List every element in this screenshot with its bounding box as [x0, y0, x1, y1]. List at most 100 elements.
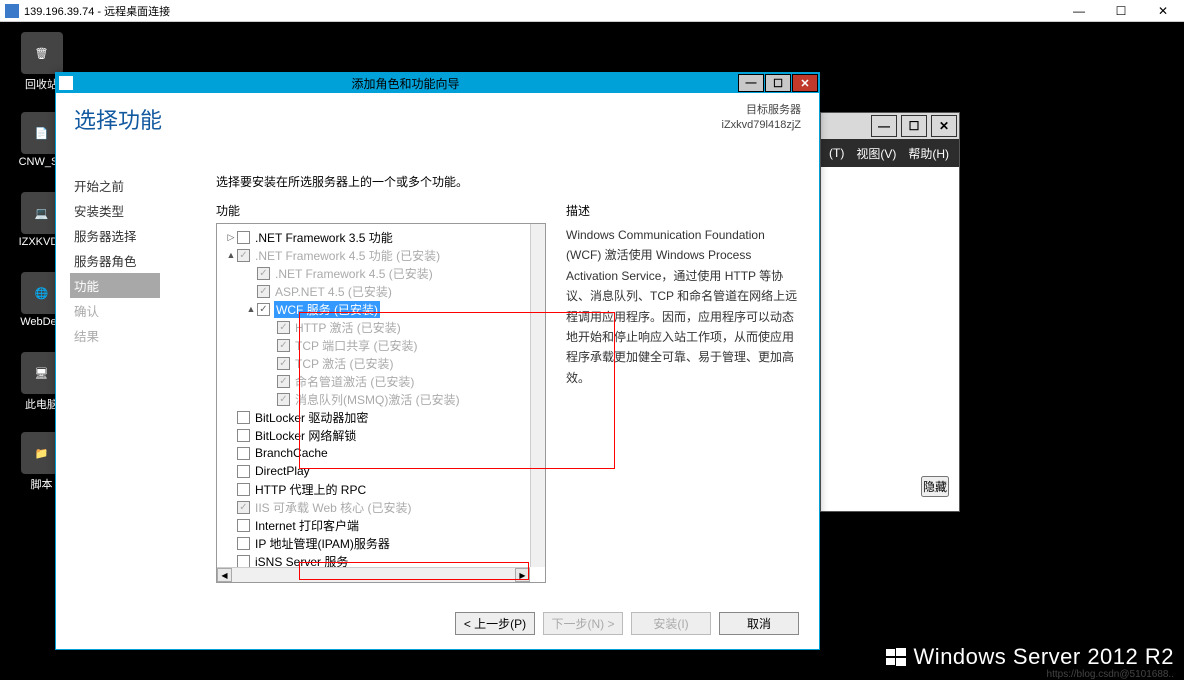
tree-checkbox[interactable]	[237, 231, 250, 244]
tree-checkbox[interactable]	[237, 411, 250, 424]
tree-checkbox[interactable]	[237, 249, 250, 262]
tree-node[interactable]: DirectPlay	[219, 462, 543, 480]
tree-node-label: Internet 打印客户端	[254, 517, 360, 534]
bg-minimize-button[interactable]: —	[871, 115, 897, 137]
rdp-icon	[5, 4, 19, 18]
tree-node[interactable]: BranchCache	[219, 444, 543, 462]
wizard-close-button[interactable]: ✕	[792, 74, 818, 92]
next-button[interactable]: 下一步(N) >	[543, 612, 623, 635]
bg-hide-button[interactable]: 隐藏	[921, 476, 949, 497]
tree-node-label: IIS 可承载 Web 核心 (已安装)	[254, 499, 412, 516]
windows-server-branding: Windows Server 2012 R2	[886, 644, 1174, 670]
features-tree[interactable]: ▷ .NET Framework 3.5 功能 ▲ .NET Framework 4.…	[216, 223, 546, 583]
step-安装类型[interactable]: 安装类型	[74, 198, 216, 223]
features-label: 功能	[216, 202, 546, 219]
add-roles-wizard: 添加角色和功能向导 — ☐ ✕ 选择功能 目标服务器 iZxkvd79l418z…	[55, 72, 820, 650]
tree-expand-arrow[interactable]: ▷	[225, 232, 237, 243]
bg-menubar: (T) 视图(V) 帮助(H)	[821, 139, 959, 167]
rdp-close-button[interactable]: ✕	[1142, 1, 1184, 21]
tree-checkbox[interactable]	[277, 393, 290, 406]
tree-node-label: ASP.NET 4.5 (已安装)	[274, 283, 393, 300]
tree-node-label: HTTP 代理上的 RPC	[254, 481, 367, 498]
tree-node-label: BitLocker 网络解锁	[254, 427, 357, 444]
tree-node[interactable]: .NET Framework 4.5 (已安装)	[219, 264, 543, 282]
tree-node[interactable]: 消息队列(MSMQ)激活 (已安装)	[219, 390, 543, 408]
tree-node[interactable]: IIS 可承载 Web 核心 (已安装)	[219, 498, 543, 516]
tree-node[interactable]: ASP.NET 4.5 (已安装)	[219, 282, 543, 300]
tree-node-label: BranchCache	[254, 446, 329, 460]
tree-checkbox[interactable]	[257, 267, 270, 280]
tree-node[interactable]: BitLocker 网络解锁	[219, 426, 543, 444]
tree-checkbox[interactable]	[237, 465, 250, 478]
tree-checkbox[interactable]	[237, 429, 250, 442]
rdp-title: 139.196.39.74 - 远程桌面连接	[24, 3, 1058, 19]
tree-node[interactable]: BitLocker 驱动器加密	[219, 408, 543, 426]
rdp-titlebar: 139.196.39.74 - 远程桌面连接 — ☐ ✕	[0, 0, 1184, 22]
bg-maximize-button[interactable]: ☐	[901, 115, 927, 137]
bg-close-button[interactable]: ✕	[931, 115, 957, 137]
wizard-icon	[59, 76, 73, 90]
rdp-maximize-button[interactable]: ☐	[1100, 1, 1142, 21]
tree-node[interactable]: HTTP 激活 (已安装)	[219, 318, 543, 336]
tree-checkbox[interactable]	[277, 339, 290, 352]
tree-node-label: .NET Framework 4.5 功能 (已安装)	[254, 247, 441, 264]
tree-node-label: DirectPlay	[254, 464, 311, 478]
tree-checkbox[interactable]	[237, 447, 250, 460]
step-服务器角色[interactable]: 服务器角色	[74, 248, 216, 273]
tree-node-label: TCP 端口共享 (已安装)	[294, 337, 418, 354]
step-功能[interactable]: 功能	[70, 273, 160, 298]
tree-expand-arrow[interactable]: ▲	[245, 304, 257, 314]
tree-checkbox[interactable]	[277, 375, 290, 388]
tree-node-label: BitLocker 驱动器加密	[254, 409, 369, 426]
prev-button[interactable]: < 上一步(P)	[455, 612, 535, 635]
description-label: 描述	[566, 202, 801, 219]
target-server-name: iZxkvd79l418zjZ	[722, 118, 801, 133]
tree-checkbox[interactable]	[277, 357, 290, 370]
tree-node-label: HTTP 激活 (已安装)	[294, 319, 402, 336]
tree-node[interactable]: 命名管道激活 (已安装)	[219, 372, 543, 390]
cancel-button[interactable]: 取消	[719, 612, 799, 635]
wizard-maximize-button[interactable]: ☐	[765, 74, 791, 92]
description-text: Windows Communication Foundation (WCF) 激…	[566, 225, 801, 388]
tree-checkbox[interactable]	[257, 285, 270, 298]
tree-expand-arrow[interactable]: ▲	[225, 250, 237, 260]
step-服务器选择[interactable]: 服务器选择	[74, 223, 216, 248]
tree-node[interactable]: IP 地址管理(IPAM)服务器	[219, 534, 543, 552]
wizard-minimize-button[interactable]: —	[738, 74, 764, 92]
scroll-left-button[interactable]: ◀	[217, 568, 232, 582]
bg-menu-tools[interactable]: (T)	[829, 146, 844, 160]
install-button[interactable]: 安装(I)	[631, 612, 711, 635]
tree-node[interactable]: Internet 打印客户端	[219, 516, 543, 534]
bg-menu-view[interactable]: 视图(V)	[856, 145, 896, 162]
tree-node[interactable]: ▲ .NET Framework 4.5 功能 (已安装)	[219, 246, 543, 264]
tree-node[interactable]: TCP 激活 (已安装)	[219, 354, 543, 372]
step-结果: 结果	[74, 323, 216, 348]
tree-node-label: .NET Framework 4.5 (已安装)	[274, 265, 434, 282]
tree-node[interactable]: ▲WCF 服务 (已安装)	[219, 300, 543, 318]
tree-checkbox[interactable]	[257, 303, 270, 316]
target-server-label: 目标服务器	[722, 103, 801, 118]
tree-checkbox[interactable]	[237, 537, 250, 550]
step-开始之前[interactable]: 开始之前	[74, 173, 216, 198]
wizard-instruction: 选择要安装在所选服务器上的一个或多个功能。	[216, 173, 801, 190]
tree-checkbox[interactable]	[237, 483, 250, 496]
icon-glyph: 🗑	[21, 32, 63, 74]
wizard-steps-sidebar: 开始之前安装类型服务器选择服务器角色功能确认结果	[56, 163, 216, 598]
step-确认: 确认	[74, 298, 216, 323]
tree-node-label: .NET Framework 3.5 功能	[254, 229, 394, 246]
background-window: — ☐ ✕ (T) 视图(V) 帮助(H) 隐藏	[820, 112, 960, 512]
tree-checkbox[interactable]	[237, 519, 250, 532]
wizard-heading: 选择功能	[74, 103, 162, 135]
rdp-minimize-button[interactable]: —	[1058, 1, 1100, 21]
tree-node[interactable]: HTTP 代理上的 RPC	[219, 480, 543, 498]
windows-logo-icon	[886, 647, 906, 667]
tree-checkbox[interactable]	[237, 555, 250, 568]
tree-node[interactable]: ▷ .NET Framework 3.5 功能	[219, 228, 543, 246]
bg-menu-help[interactable]: 帮助(H)	[908, 145, 949, 162]
tree-horizontal-scrollbar[interactable]: ◀ ▶	[217, 567, 530, 582]
tree-node[interactable]: TCP 端口共享 (已安装)	[219, 336, 543, 354]
scroll-right-button[interactable]: ▶	[515, 568, 530, 582]
tree-vertical-scrollbar[interactable]	[530, 224, 545, 567]
tree-checkbox[interactable]	[277, 321, 290, 334]
tree-checkbox[interactable]	[237, 501, 250, 514]
